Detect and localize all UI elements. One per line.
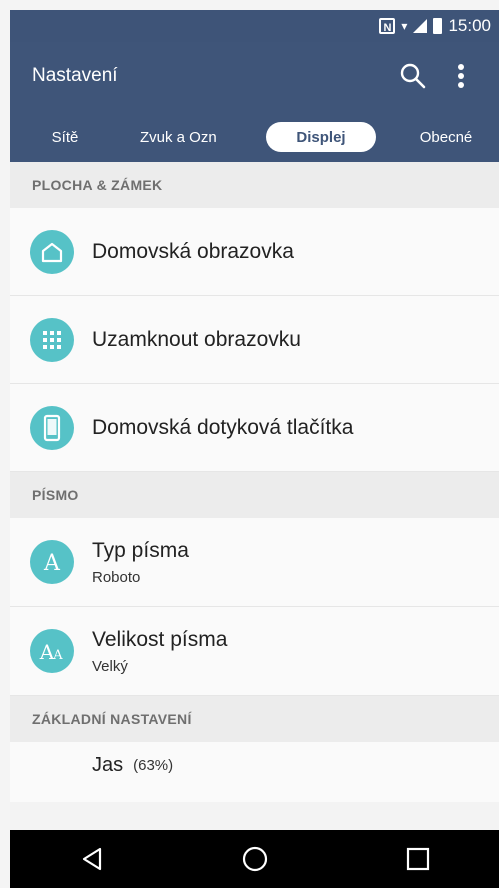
font-size-icon: AA xyxy=(30,629,74,673)
svg-text:A: A xyxy=(52,648,63,663)
section-header-plocha: PLOCHA & ZÁMEK xyxy=(10,162,499,208)
navigation-bar xyxy=(10,830,499,888)
font-type-icon: A xyxy=(30,540,74,584)
section-header-pismo: PÍSMO xyxy=(10,472,499,518)
list-item-jas[interactable]: Jas (63%) xyxy=(10,742,499,802)
tab-site[interactable]: Sítě xyxy=(40,122,90,152)
item-subtitle: Velký xyxy=(92,657,128,675)
signal-icon xyxy=(413,19,428,33)
screen: N ▾ 15:00 Nastavení Sítě Zvuk a Ozn Disp… xyxy=(10,10,499,888)
battery-icon xyxy=(433,18,443,34)
list-item-typ-pisma[interactable]: A Typ písma Roboto xyxy=(10,518,499,607)
search-icon[interactable] xyxy=(395,58,431,94)
back-icon[interactable] xyxy=(62,830,122,888)
item-title: Domovská dotyková tlačítka xyxy=(92,415,354,439)
recents-icon[interactable] xyxy=(388,830,448,888)
home-circle-icon[interactable] xyxy=(225,830,285,888)
tab-zvuk[interactable]: Zvuk a Ozn xyxy=(140,122,234,152)
svg-text:A: A xyxy=(43,551,61,575)
home-icon xyxy=(30,229,74,274)
network-icon: ▾ xyxy=(401,19,408,33)
list-item-dotykova-tlacitka[interactable]: Domovská dotyková tlačítka xyxy=(10,384,499,472)
item-title: Jas xyxy=(92,754,124,776)
list-item-velikost-pisma[interactable]: AA Velikost písma Velký xyxy=(10,607,499,696)
list-item-uzamknout-obrazovku[interactable]: Uzamknout obrazovku xyxy=(10,296,499,384)
item-title: Typ písma xyxy=(92,538,189,562)
section-header-zakladni: ZÁKLADNÍ NASTAVENÍ xyxy=(10,696,499,742)
page-title: Nastavení xyxy=(32,65,118,86)
app-bar: Nastavení xyxy=(10,42,499,110)
nfc-icon: N xyxy=(379,18,396,34)
status-bar: N ▾ 15:00 xyxy=(10,10,499,42)
tab-bar: Sítě Zvuk a Ozn Displej Obecné xyxy=(10,110,499,162)
tab-displej[interactable]: Displej xyxy=(266,122,376,152)
phone-icon xyxy=(30,405,74,450)
item-title: Domovská obrazovka xyxy=(92,239,294,263)
list-item-domovska-obrazovka[interactable]: Domovská obrazovka xyxy=(10,208,499,296)
item-subtitle: Roboto xyxy=(92,568,141,586)
grid-lock-icon xyxy=(30,317,74,362)
status-time: 15:00 xyxy=(448,16,491,35)
tab-obecne[interactable]: Obecné xyxy=(406,122,486,152)
brightness-value: (63%) xyxy=(133,757,174,774)
item-title: Velikost písma xyxy=(92,627,228,651)
more-vert-icon[interactable] xyxy=(443,58,479,94)
item-title: Uzamknout obrazovku xyxy=(92,327,301,351)
